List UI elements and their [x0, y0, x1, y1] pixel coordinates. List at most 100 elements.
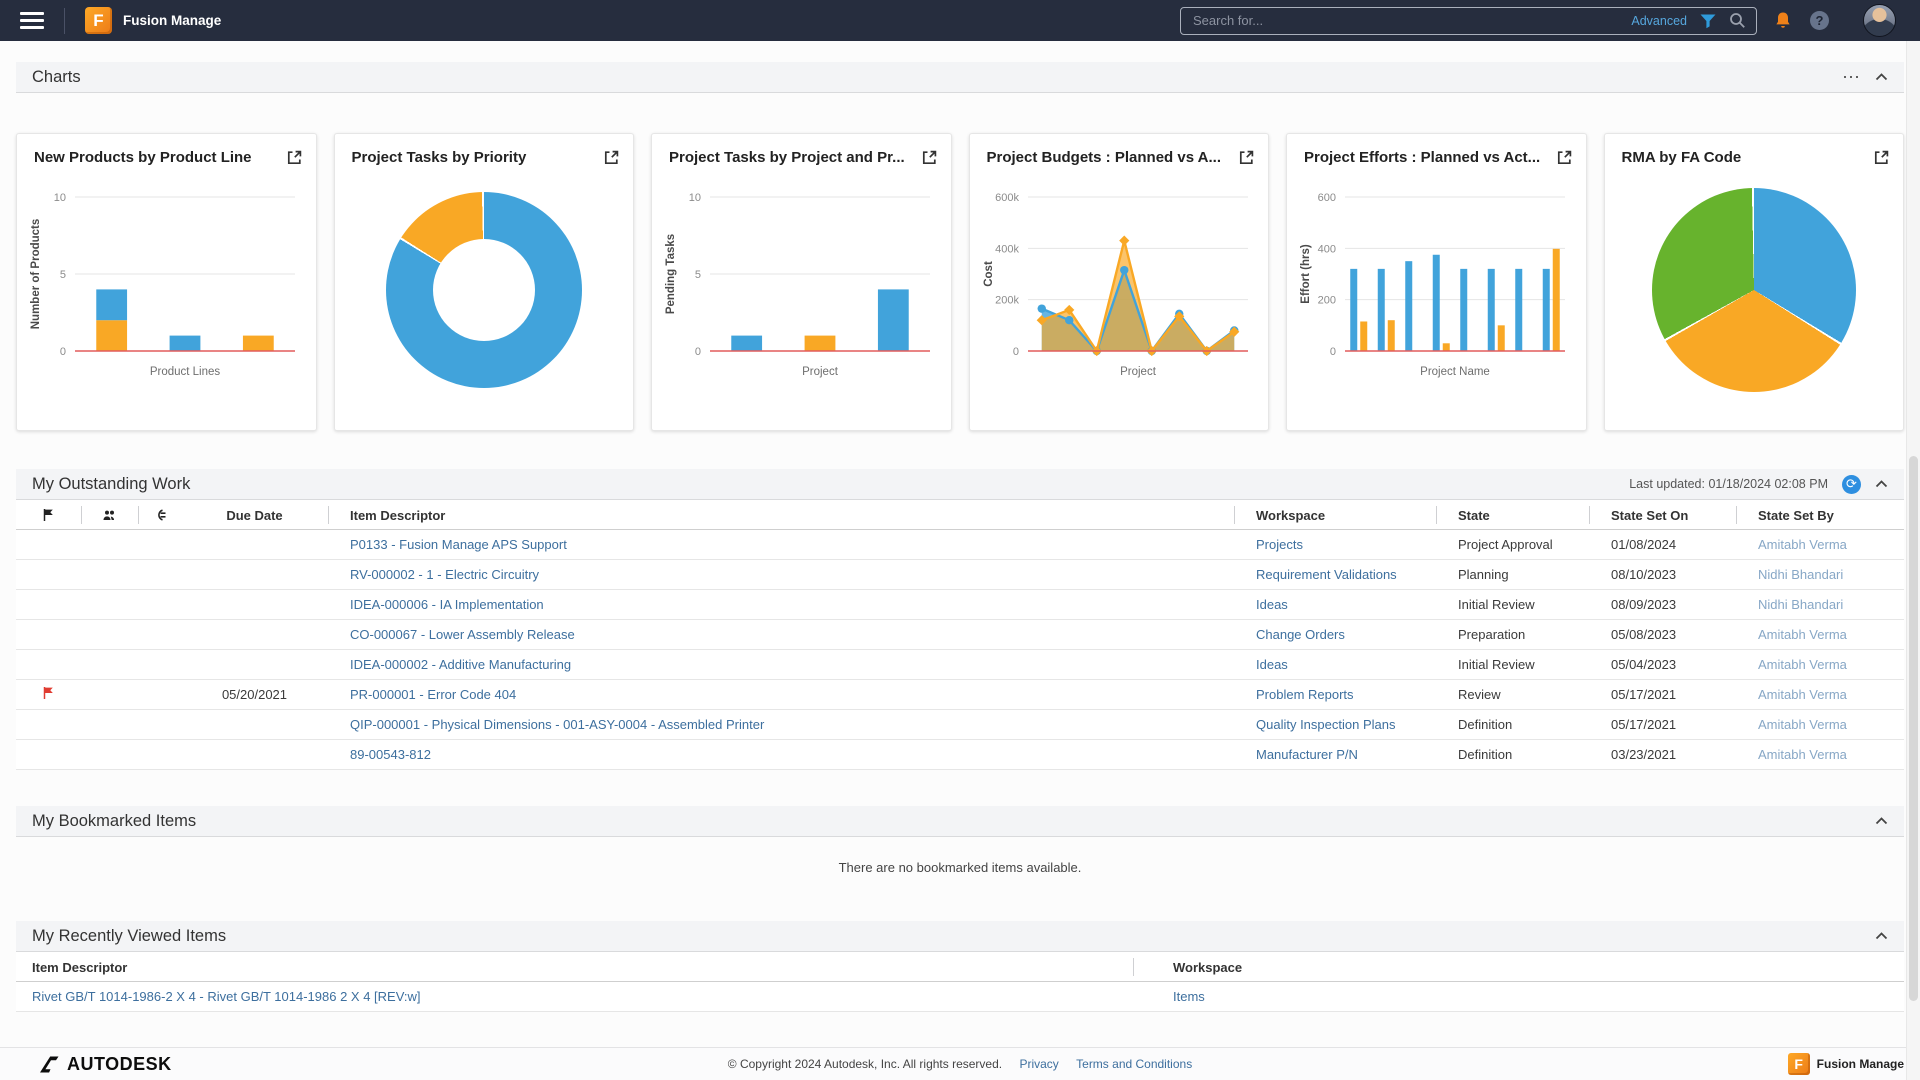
scrollbar-thumb[interactable] [1909, 456, 1918, 1001]
menu-icon[interactable] [20, 12, 44, 29]
state-set-by-link[interactable]: Nidhi Bhandari [1758, 597, 1843, 612]
workspace-link[interactable]: Ideas [1256, 597, 1288, 612]
workspace-link[interactable]: Ideas [1256, 657, 1288, 672]
donut-chart [386, 192, 582, 388]
row-item-cell: PR-000001 - Error Code 404 [328, 687, 1234, 702]
collapse-charts-chevron-up-icon[interactable] [1875, 73, 1888, 81]
svg-text:200: 200 [1318, 295, 1336, 307]
row-state-set-by-cell: Amitabh Verma [1736, 747, 1904, 762]
open-chart-icon[interactable] [1874, 150, 1889, 170]
open-chart-icon[interactable] [1557, 150, 1572, 170]
filter-icon[interactable] [1699, 13, 1717, 29]
item-descriptor-link[interactable]: CO-000067 - Lower Assembly Release [350, 627, 575, 642]
workspace-link[interactable]: Requirement Validations [1256, 567, 1397, 582]
bar-chart: 0510Number of ProductsProduct Lines [25, 183, 307, 397]
outstanding-title: My Outstanding Work [32, 475, 190, 494]
svg-text:600k: 600k [995, 192, 1019, 204]
fusion-manage-logo-icon[interactable]: F [85, 7, 112, 34]
collapse-recent-chevron-up-icon[interactable] [1875, 932, 1888, 940]
privacy-link[interactable]: Privacy [1019, 1057, 1058, 1071]
recent-item-link[interactable]: Rivet GB/T 1014-1986-2 X 4 - Rivet GB/T … [32, 989, 421, 1004]
chart-card-header: RMA by FA Code [1605, 134, 1904, 170]
due-date-column-header[interactable]: Due Date [181, 500, 328, 530]
item-descriptor-link[interactable]: 89-00543-812 [350, 747, 431, 762]
workspace-link[interactable]: Manufacturer P/N [1256, 747, 1358, 762]
page-scrollbar[interactable] [1906, 41, 1920, 1080]
app-title: Fusion Manage [123, 13, 221, 28]
charts-row: New Products by Product Line0510Number o… [16, 133, 1904, 431]
item-descriptor-link[interactable]: P0133 - Fusion Manage APS Support [350, 537, 567, 552]
footer-copyright-row: © Copyright 2024 Autodesk, Inc. All righ… [0, 1057, 1920, 1071]
chart-card-header: Project Budgets : Planned vs A... [970, 134, 1269, 170]
chart-card: Project Efforts : Planned vs Act...02004… [1286, 133, 1587, 431]
recent-item-descriptor-column-header[interactable]: Item Descriptor [16, 952, 1133, 982]
item-descriptor-link[interactable]: IDEA-000002 - Additive Manufacturing [350, 657, 571, 672]
search-input[interactable] [1193, 13, 1623, 28]
autodesk-mark-icon [40, 1056, 59, 1073]
fusion-manage-badge: F Fusion Manage [1788, 1053, 1904, 1075]
chart-canvas: 0200k400k600kCostProject [970, 170, 1269, 410]
collapse-bookmarked-chevron-up-icon[interactable] [1875, 817, 1888, 825]
state-set-by-link[interactable]: Amitabh Verma [1758, 687, 1847, 702]
more-options-icon[interactable]: ⋯ [1842, 72, 1861, 82]
svg-text:10: 10 [689, 192, 701, 204]
workspace-column-header[interactable]: Workspace [1234, 500, 1436, 530]
notifications-bell-icon[interactable] [1774, 11, 1792, 30]
recent-workspace-link[interactable]: Items [1173, 989, 1205, 1004]
autodesk-logo: AUTODESK [40, 1054, 172, 1075]
row-flag-cell [16, 686, 81, 703]
open-chart-icon[interactable] [287, 150, 302, 170]
row-state: Definition [1436, 717, 1589, 732]
svg-text:0: 0 [1330, 346, 1336, 358]
workspace-link[interactable]: Change Orders [1256, 627, 1345, 642]
search-icon[interactable] [1729, 12, 1746, 29]
collapse-outstanding-chevron-up-icon[interactable] [1875, 480, 1888, 488]
help-icon[interactable]: ? [1810, 11, 1829, 30]
bookmarked-title: My Bookmarked Items [32, 812, 196, 831]
state-set-by-link[interactable]: Amitabh Verma [1758, 717, 1847, 732]
table-row: Rivet GB/T 1014-1986-2 X 4 - Rivet GB/T … [16, 982, 1904, 1012]
bar-chart: 0510Pending TasksProject [660, 183, 942, 397]
item-descriptor-column-header[interactable]: Item Descriptor [328, 500, 1234, 530]
row-state-set-on: 08/09/2023 [1589, 597, 1736, 612]
advanced-search-link[interactable]: Advanced [1631, 14, 1687, 28]
search-box[interactable]: Advanced [1180, 7, 1757, 35]
workflow-state-column-header[interactable] [138, 500, 181, 530]
svg-text:Pending Tasks: Pending Tasks [665, 234, 677, 314]
svg-text:5: 5 [60, 269, 66, 281]
state-set-on-column-header[interactable]: State Set On [1589, 500, 1736, 530]
state-set-by-column-header[interactable]: State Set By [1736, 500, 1904, 530]
group-column-header[interactable] [81, 500, 138, 530]
top-navbar: F Fusion Manage Advanced ? [0, 0, 1920, 41]
open-chart-icon[interactable] [922, 150, 937, 170]
user-avatar[interactable] [1863, 4, 1896, 37]
workspace-link[interactable]: Projects [1256, 537, 1303, 552]
flag-column-header[interactable] [16, 500, 81, 530]
refresh-icon[interactable]: ⟳ [1842, 475, 1861, 494]
row-state-set-by-cell: Amitabh Verma [1736, 657, 1904, 672]
terms-link[interactable]: Terms and Conditions [1076, 1057, 1192, 1071]
state-set-by-link[interactable]: Amitabh Verma [1758, 627, 1847, 642]
open-chart-icon[interactable] [1239, 150, 1254, 170]
chart-card: New Products by Product Line0510Number o… [16, 133, 317, 431]
item-descriptor-link[interactable]: QIP-000001 - Physical Dimensions - 001-A… [350, 717, 764, 732]
state-set-by-link[interactable]: Nidhi Bhandari [1758, 567, 1843, 582]
bar-chart: 0200400600Effort (hrs)Project Name [1295, 183, 1577, 397]
copyright-text: © Copyright 2024 Autodesk, Inc. All righ… [728, 1057, 1002, 1071]
donut-hole [433, 239, 535, 341]
chart-canvas: 0510Number of ProductsProduct Lines [17, 170, 316, 410]
state-column-header[interactable]: State [1436, 500, 1589, 530]
recent-table-body: Rivet GB/T 1014-1986-2 X 4 - Rivet GB/T … [16, 982, 1904, 1012]
workspace-link[interactable]: Problem Reports [1256, 687, 1354, 702]
autodesk-wordmark: AUTODESK [67, 1054, 172, 1075]
chart-card: Project Tasks by Project and Pr...0510Pe… [651, 133, 952, 431]
workspace-link[interactable]: Quality Inspection Plans [1256, 717, 1395, 732]
item-descriptor-link[interactable]: PR-000001 - Error Code 404 [350, 687, 516, 702]
state-set-by-link[interactable]: Amitabh Verma [1758, 537, 1847, 552]
state-set-by-link[interactable]: Amitabh Verma [1758, 657, 1847, 672]
item-descriptor-link[interactable]: RV-000002 - 1 - Electric Circuitry [350, 567, 539, 582]
recent-workspace-column-header[interactable]: Workspace [1133, 952, 1904, 982]
state-set-by-link[interactable]: Amitabh Verma [1758, 747, 1847, 762]
open-chart-icon[interactable] [604, 150, 619, 170]
item-descriptor-link[interactable]: IDEA-000006 - IA Implementation [350, 597, 544, 612]
